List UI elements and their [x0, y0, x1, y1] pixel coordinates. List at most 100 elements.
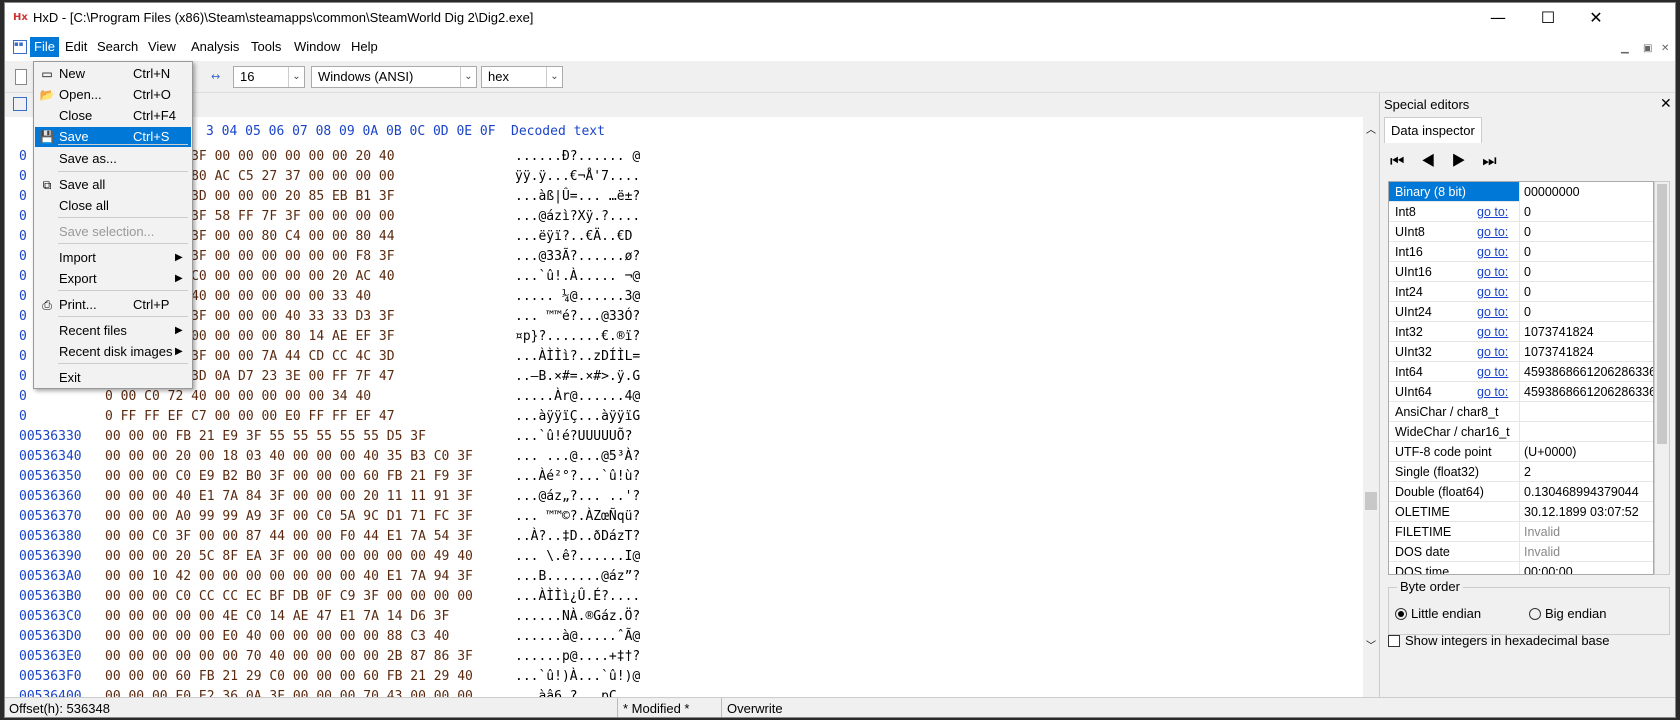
row-decoded-text[interactable]: ¤p}?.......€.®ï?: [515, 327, 640, 347]
inspector-row[interactable]: DOS date Invalid: [1389, 542, 1653, 562]
inspector-row[interactable]: UInt24 go to: 0: [1389, 302, 1653, 322]
mdi-restore-button[interactable]: ▣: [1643, 43, 1652, 54]
row-offset[interactable]: 0: [19, 147, 27, 167]
inspector-value[interactable]: 00:00:00: [1519, 562, 1653, 574]
panel-close-icon[interactable]: ✕: [1660, 95, 1672, 112]
row-decoded-text[interactable]: ...@ázì?Xÿ.?....: [515, 207, 640, 227]
inspector-row[interactable]: Int8 go to: 0: [1389, 202, 1653, 222]
inspector-value[interactable]: 0.130468994379044: [1519, 482, 1653, 502]
row-decoded-text[interactable]: ......à@.....ˆÃ@: [515, 627, 640, 647]
inspector-value[interactable]: 0: [1519, 222, 1653, 242]
row-decoded-text[interactable]: ... ...@...@5³À?: [515, 447, 640, 467]
inspector-row[interactable]: Double (float64) 0.130468994379044: [1389, 482, 1653, 502]
mdi-close-button[interactable]: ✕: [1661, 43, 1669, 54]
row-offset[interactable]: 00536330: [19, 427, 82, 447]
row-bytes[interactable]: 00 00 00 A0 99 99 A9 3F 00 C0 5A 9C D1 7…: [105, 507, 473, 527]
row-bytes[interactable]: 00 00 00 00 00 E0 40 00 00 00 00 00 88 C…: [105, 627, 449, 647]
inspector-value[interactable]: 0: [1519, 202, 1653, 222]
inspector-row[interactable]: WideChar / char16_t: [1389, 422, 1653, 442]
menu-tools[interactable]: Tools: [247, 37, 285, 57]
row-offset[interactable]: 00536340: [19, 447, 82, 467]
row-offset[interactable]: 00536350: [19, 467, 82, 487]
document-tab-icon[interactable]: [13, 97, 27, 111]
inspector-value[interactable]: 30.12.1899 03:07:52: [1519, 502, 1653, 522]
row-offset[interactable]: 005363F0: [19, 667, 82, 687]
row-offset[interactable]: 005363E0: [19, 647, 82, 667]
row-decoded-text[interactable]: ..... ¼@......3@: [515, 287, 640, 307]
row-decoded-text[interactable]: ......p@....+‡†?: [515, 647, 640, 667]
inspector-value[interactable]: Invalid: [1519, 522, 1653, 542]
row-decoded-text[interactable]: ...@áz„?... ..'?: [515, 487, 640, 507]
inspector-value[interactable]: 4593868661206286336: [1519, 382, 1653, 402]
close-window-button[interactable]: ✕: [1571, 3, 1621, 33]
row-decoded-text[interactable]: ...`û!)À...`û!)@: [515, 667, 640, 687]
row-bytes[interactable]: 00 00 00 C0 E9 B2 B0 3F 00 00 00 60 FB 2…: [105, 467, 473, 487]
row-bytes[interactable]: 00 00 C0 3F 00 00 87 44 00 00 F0 44 E1 7…: [105, 527, 473, 547]
row-offset[interactable]: 00536390: [19, 547, 82, 567]
row-decoded-text[interactable]: ... \.ê?......I@: [515, 547, 640, 567]
menu-window[interactable]: Window: [290, 37, 344, 57]
row-offset[interactable]: 0: [19, 207, 27, 227]
inspector-row[interactable]: FILETIME Invalid: [1389, 522, 1653, 542]
file-menu-item[interactable]: Exit: [35, 368, 191, 388]
inspector-row[interactable]: Int64 go to: 4593868661206286336: [1389, 362, 1653, 382]
row-offset[interactable]: 0: [19, 287, 27, 307]
file-menu-item[interactable]: ⎙ Print... Ctrl+P: [35, 295, 191, 315]
inspector-value[interactable]: 1073741824: [1519, 342, 1653, 362]
inspector-value[interactable]: 4593868661206286336: [1519, 362, 1653, 382]
row-decoded-text[interactable]: ÿÿ.ÿ...€¬Å'7....: [515, 167, 640, 187]
inspector-row[interactable]: AnsiChar / char8_t: [1389, 402, 1653, 422]
menu-analysis[interactable]: Analysis: [187, 37, 243, 57]
menu-help[interactable]: Help: [347, 37, 382, 57]
row-offset[interactable]: 0: [19, 327, 27, 347]
goto-link[interactable]: go to:: [1477, 362, 1508, 382]
file-menu-item[interactable]: Recent disk images ▶: [35, 342, 191, 362]
row-offset[interactable]: 005363A0: [19, 567, 82, 587]
maximize-button[interactable]: ☐: [1523, 3, 1573, 33]
inspector-row[interactable]: Int24 go to: 0: [1389, 282, 1653, 302]
row-offset[interactable]: 00536380: [19, 527, 82, 547]
file-menu-item[interactable]: Recent files ▶: [35, 321, 191, 341]
row-bytes[interactable]: 00 00 00 C0 CC CC EC BF DB 0F C9 3F 00 0…: [105, 587, 473, 607]
mdi-minimize-button[interactable]: ▁: [1621, 43, 1629, 54]
goto-link[interactable]: go to:: [1477, 382, 1508, 402]
inspector-row[interactable]: UTF-8 code point (U+0000): [1389, 442, 1653, 462]
row-decoded-text[interactable]: ..À?..‡D..ðDázT?: [515, 527, 640, 547]
row-bytes[interactable]: 00 00 00 FB 21 E9 3F 55 55 55 55 55 D5 3…: [105, 427, 426, 447]
inspector-value[interactable]: 0: [1519, 262, 1653, 282]
row-decoded-text[interactable]: ...`û!.À..... ¬@: [515, 267, 640, 287]
file-menu-item[interactable]: ⧉ Save all: [35, 175, 191, 195]
row-decoded-text[interactable]: ... ™™é?...@33Ó?: [515, 307, 640, 327]
row-offset[interactable]: 0: [19, 387, 27, 407]
row-offset[interactable]: 005363B0: [19, 587, 82, 607]
scrollbar-thumb[interactable]: [1657, 184, 1667, 444]
file-menu-item[interactable]: Save as...: [35, 149, 191, 169]
inspector-value[interactable]: 0: [1519, 282, 1653, 302]
scroll-down-icon[interactable]: ﹀: [1366, 637, 1376, 652]
row-bytes[interactable]: 00 00 00 20 5C 8F EA 3F 00 00 00 00 00 0…: [105, 547, 473, 567]
row-bytes[interactable]: 00 00 00 60 FB 21 29 C0 00 00 00 60 FB 2…: [105, 667, 473, 687]
row-offset[interactable]: 005363D0: [19, 627, 82, 647]
inspector-row[interactable]: DOS time 00:00:00: [1389, 562, 1653, 574]
scroll-up-icon[interactable]: ︿: [1366, 121, 1376, 136]
row-bytes[interactable]: 0 00 C0 72 40 00 00 00 00 00 34 40: [105, 387, 371, 407]
row-offset[interactable]: 0: [19, 367, 27, 387]
goto-link[interactable]: go to:: [1477, 202, 1508, 222]
inspector-row[interactable]: UInt16 go to: 0: [1389, 262, 1653, 282]
file-menu-item[interactable]: Export ▶: [35, 269, 191, 289]
row-decoded-text[interactable]: ......NÀ.®Gáz.Ö?: [515, 607, 640, 627]
row-decoded-text[interactable]: ...ÀÌÌì?..zDÍÌL=: [515, 347, 640, 367]
row-bytes[interactable]: 00 00 00 20 00 18 03 40 00 00 00 40 35 B…: [105, 447, 473, 467]
inspector-value[interactable]: 00000000: [1519, 182, 1653, 202]
inspector-value[interactable]: 0: [1519, 242, 1653, 262]
row-decoded-text[interactable]: ...Àé²°?...`û!ù?: [515, 467, 640, 487]
inspector-value[interactable]: Invalid: [1519, 542, 1653, 562]
goto-link[interactable]: go to:: [1477, 322, 1508, 342]
file-menu-item[interactable]: Import ▶: [35, 248, 191, 268]
inspector-row[interactable]: Int16 go to: 0: [1389, 242, 1653, 262]
inspector-value[interactable]: 0: [1519, 302, 1653, 322]
new-file-icon[interactable]: [15, 69, 27, 85]
row-decoded-text[interactable]: ..–B.×#=.×#>.ÿ.G: [515, 367, 640, 387]
goto-link[interactable]: go to:: [1477, 262, 1508, 282]
row-bytes[interactable]: 00 00 00 40 E1 7A 84 3F 00 00 00 20 11 1…: [105, 487, 473, 507]
